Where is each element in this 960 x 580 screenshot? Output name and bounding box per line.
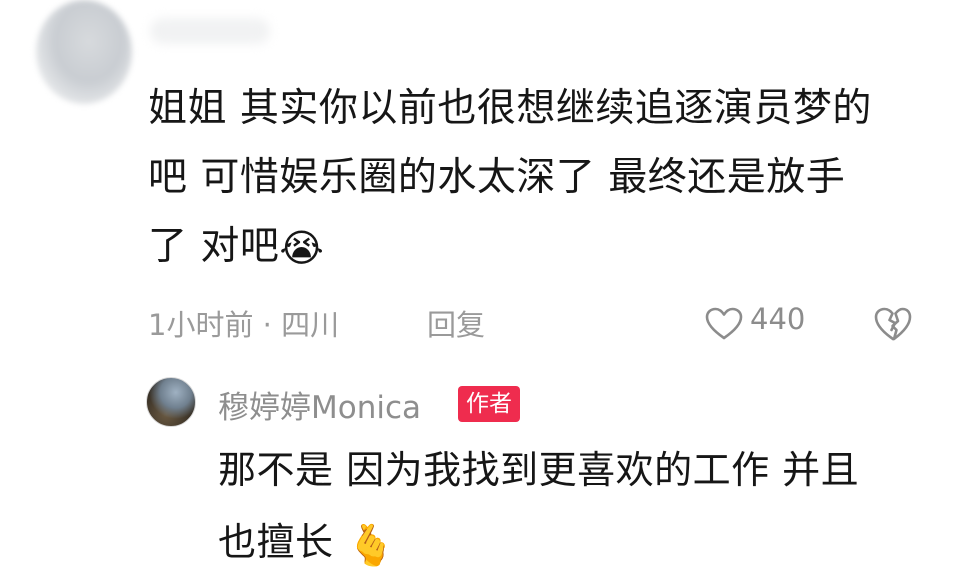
- finger-heart-emoji: 🫰: [346, 523, 397, 569]
- author-avatar[interactable]: [146, 377, 196, 427]
- reply-line-1: 那不是 因为我找到更喜欢的工作 并且: [218, 448, 860, 492]
- crying-face-emoji: 😭: [279, 226, 325, 270]
- comment-body: 姐姐 其实你以前也很想继续追逐演员梦的吧 可惜娱乐圈的水太深了 最终还是放手了 …: [148, 74, 872, 283]
- comment-line-1: 姐姐 其实你以前也很想继续追逐演员梦的: [148, 86, 872, 131]
- comment-line-3: 了 对吧: [148, 224, 280, 269]
- reply-author-name[interactable]: 穆婷婷Monica: [218, 382, 421, 427]
- broken-heart-icon[interactable]: [874, 306, 912, 342]
- commenter-name-blurred: [150, 18, 270, 44]
- reply-button[interactable]: 回复: [427, 302, 485, 344]
- commenter-avatar-blurred[interactable]: [36, 0, 132, 104]
- comment-time-location: 1小时前 · 四川: [148, 308, 340, 342]
- reply-body: 那不是 因为我找到更喜欢的工作 并且 也擅长 🫰: [218, 434, 859, 580]
- author-badge: 作者: [458, 386, 520, 422]
- like-count: 440: [750, 302, 806, 336]
- reply-line-2: 也擅长: [218, 520, 334, 564]
- comment-thread: 姐姐 其实你以前也很想继续追逐演员梦的吧 可惜娱乐圈的水太深了 最终还是放手了 …: [0, 0, 960, 580]
- comment-line-2: 吧 可惜娱乐圈的水太深了 最终还是放手: [148, 155, 846, 200]
- heart-outline-icon[interactable]: [705, 307, 743, 341]
